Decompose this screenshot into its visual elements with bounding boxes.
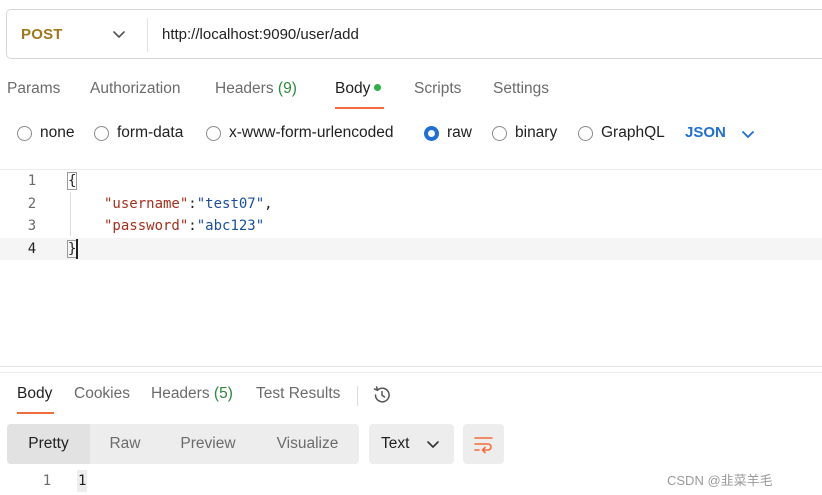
editor-line-current: 4 } <box>0 238 822 260</box>
radio-circle-icon <box>17 125 32 141</box>
radio-none[interactable]: none <box>17 124 74 142</box>
json-key: "username" <box>104 196 189 212</box>
history-icon[interactable] <box>371 384 393 406</box>
editor-line: 2 "username":"test07", <box>0 193 822 215</box>
active-tab-indicator <box>17 412 54 414</box>
tab-scripts[interactable]: Scripts <box>414 80 461 98</box>
active-tab-indicator <box>335 107 384 109</box>
request-url-bar: POST http://localhost:9090/user/add <box>6 9 822 59</box>
divider <box>0 366 822 367</box>
url-divider <box>147 18 148 52</box>
json-colon: : <box>188 196 197 212</box>
line-number: 1 <box>27 173 37 189</box>
tab-headers[interactable]: Headers (9) <box>215 80 297 98</box>
tab-response-body[interactable]: Body <box>17 385 52 403</box>
response-headers-count-badge: (5) <box>213 385 233 402</box>
tab-headers-label: Headers <box>215 80 274 97</box>
chevron-down-icon <box>427 441 439 448</box>
response-body-value: 1 <box>77 470 88 492</box>
radio-graphql[interactable]: GraphQL <box>578 124 665 142</box>
code-content: "username":"test07", <box>104 193 273 215</box>
tab-response-headers[interactable]: Headers (5) <box>151 385 233 403</box>
code-content: { <box>66 170 78 192</box>
open-brace: { <box>66 172 78 190</box>
response-tabs: Body Cookies Headers (5) Test Results <box>0 383 822 414</box>
radio-binary-label: binary <box>515 124 558 141</box>
wrap-lines-icon <box>474 437 493 454</box>
line-number: 1 <box>42 473 52 489</box>
radio-urlencoded-label: x-www-form-urlencoded <box>229 124 394 141</box>
tab-cookies[interactable]: Cookies <box>74 385 130 403</box>
text-caret <box>76 239 78 259</box>
tab-body[interactable]: Body <box>335 80 382 98</box>
json-string: "abc123" <box>196 218 265 234</box>
view-pretty-button[interactable]: Pretty <box>7 424 90 464</box>
code-content: "password":"abc123" <box>104 215 264 237</box>
divider <box>357 386 358 406</box>
radio-circle-icon <box>206 125 221 141</box>
line-number: 4 <box>27 241 37 257</box>
response-format-select[interactable]: Text <box>369 424 454 464</box>
editor-line: 1 { <box>0 170 822 192</box>
body-modified-dot-icon <box>374 84 382 91</box>
tab-params[interactable]: Params <box>7 80 60 98</box>
radio-selected-icon <box>424 125 439 141</box>
request-body-editor[interactable]: 1 { 2 "username":"test07", 3 "password":… <box>0 170 822 366</box>
json-key: "password" <box>104 218 189 234</box>
radio-binary[interactable]: binary <box>492 124 557 142</box>
view-preview-button[interactable]: Preview <box>160 424 256 464</box>
json-comma: , <box>264 196 273 212</box>
pane-resize-handle[interactable] <box>0 372 822 373</box>
editor-line: 3 "password":"abc123" <box>0 215 822 237</box>
tab-authorization[interactable]: Authorization <box>90 80 180 98</box>
radio-form-data-label: form-data <box>117 124 184 141</box>
tab-settings[interactable]: Settings <box>493 80 549 98</box>
radio-raw-label: raw <box>447 124 472 141</box>
raw-format-select[interactable]: JSON <box>685 124 726 141</box>
line-number: 3 <box>27 218 37 234</box>
view-visualize-button[interactable]: Visualize <box>256 424 359 464</box>
radio-none-label: none <box>40 124 75 141</box>
radio-circle-icon <box>578 125 593 141</box>
tab-body-label: Body <box>335 80 371 97</box>
view-raw-button[interactable]: Raw <box>90 424 160 464</box>
watermark: CSDN @韭菜羊毛 <box>667 473 773 488</box>
response-view-mode-group: Pretty Raw Preview Visualize <box>7 424 359 464</box>
radio-graphql-label: GraphQL <box>601 124 665 141</box>
radio-raw[interactable]: raw <box>424 124 472 142</box>
headers-count-badge: (9) <box>277 80 297 97</box>
chevron-down-icon[interactable] <box>109 24 129 44</box>
request-tabs: Params Authorization Headers (9) Body Sc… <box>0 78 822 109</box>
json-string: "test07" <box>196 196 265 212</box>
wrap-lines-button[interactable] <box>463 424 504 464</box>
tab-response-headers-label: Headers <box>151 385 210 402</box>
http-method-select[interactable]: POST <box>21 26 63 43</box>
chevron-down-icon[interactable] <box>740 126 756 142</box>
json-colon: : <box>188 218 197 234</box>
radio-urlencoded[interactable]: x-www-form-urlencoded <box>206 124 394 142</box>
tab-test-results[interactable]: Test Results <box>256 385 340 403</box>
response-format-label: Text <box>381 435 410 452</box>
radio-circle-icon <box>492 125 507 141</box>
radio-circle-icon <box>94 125 109 141</box>
radio-form-data[interactable]: form-data <box>94 124 183 142</box>
line-number: 2 <box>27 196 37 212</box>
url-input[interactable]: http://localhost:9090/user/add <box>162 26 359 43</box>
